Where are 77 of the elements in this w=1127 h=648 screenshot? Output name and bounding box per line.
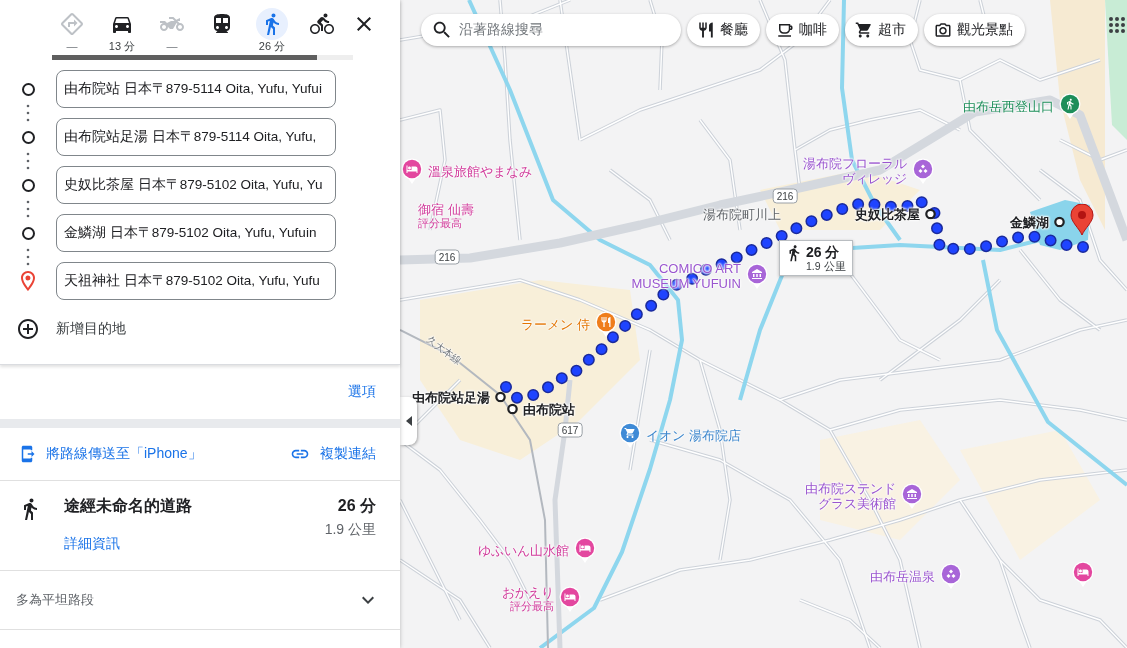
dotted-connector-icon xyxy=(26,104,30,122)
travel-mode-button[interactable]: 13 分 xyxy=(97,8,147,52)
options-link[interactable]: 選項 xyxy=(348,383,376,401)
cup-icon xyxy=(776,21,794,39)
circle-marker-icon xyxy=(925,208,936,220)
road-shield: 216 xyxy=(434,249,460,265)
stop-label: 金鱗湖 xyxy=(1010,214,1049,230)
landmark-pin-icon[interactable] xyxy=(901,483,923,509)
fork-knife-icon xyxy=(697,21,715,39)
circle-icon xyxy=(21,130,35,144)
cart-pin-icon[interactable] xyxy=(619,422,641,448)
category-chip[interactable]: 觀光景點 xyxy=(924,14,1025,46)
search-icon xyxy=(431,19,453,41)
dotted-connector-icon xyxy=(26,200,30,218)
camera-icon xyxy=(934,21,952,39)
add-destination-button[interactable]: 新增目的地 xyxy=(0,310,130,348)
send-to-phone-link[interactable]: 將路線傳送至「iPhone」 xyxy=(18,445,202,463)
address-field[interactable]: 史奴比茶屋 日本〒879-5102 Oita, Yufu, Yu xyxy=(56,166,336,204)
rating-note: 評分最高 xyxy=(510,600,554,613)
callout-distance: 1.9 公里 xyxy=(806,260,846,272)
route-distance: 1.9 公里 xyxy=(324,521,376,539)
road-shield: 617 xyxy=(557,422,583,438)
route-duration: 26 分 xyxy=(337,497,376,515)
place-label: 由布院ステンド グラス美術館 xyxy=(805,481,896,511)
hiker-pin-icon[interactable] xyxy=(1059,93,1081,119)
fork-knife-pin-icon[interactable] xyxy=(595,311,617,337)
address-field[interactable]: 由布院站足湯 日本〒879-5114 Oita, Yufu, xyxy=(56,118,336,156)
circle-icon xyxy=(21,82,35,96)
place-label: 溫泉旅館やまなみ xyxy=(428,163,532,179)
circle-marker-icon xyxy=(1054,216,1065,228)
place-label: ゆふいん山水館 xyxy=(478,542,569,558)
address-field[interactable]: 金鱗湖 日本〒879-5102 Oita, Yufu, Yufuin xyxy=(56,214,336,252)
dotted-connector-icon xyxy=(26,152,30,170)
rating-note: 評分最高 xyxy=(418,217,463,230)
circle-icon xyxy=(21,226,35,240)
landmark-pin-icon[interactable] xyxy=(746,263,768,289)
copy-link-button[interactable]: 複製連結 xyxy=(290,444,376,464)
shapes-pin-icon[interactable] xyxy=(912,158,934,184)
cart-icon xyxy=(855,21,873,39)
stop-label: 由布院站 xyxy=(523,401,575,417)
category-chip[interactable]: 咖啡 xyxy=(766,14,839,46)
bed-pin-icon[interactable] xyxy=(559,586,581,612)
address-field[interactable]: 由布院站 日本〒879-5114 Oita, Yufu, Yufui xyxy=(56,70,336,108)
map-pin-icon xyxy=(1070,204,1094,236)
dotted-connector-icon xyxy=(26,248,30,266)
place-label: 湯布院フローラル ヴィレッジ xyxy=(803,156,907,186)
caret-left-icon xyxy=(405,416,412,426)
shapes-pin-icon[interactable] xyxy=(940,563,962,589)
place-label: ラーメン 侍 xyxy=(521,316,590,332)
map-pin-icon xyxy=(20,271,36,291)
place-label: イオン 湯布院店 xyxy=(646,427,741,443)
callout-duration: 26 分 xyxy=(806,244,841,260)
route-title: 途經未命名的道路 xyxy=(64,497,192,515)
stop-label: 史奴比茶屋 xyxy=(855,206,920,222)
place-label: おかえり xyxy=(502,585,554,600)
circle-marker-icon xyxy=(495,391,506,403)
road-shield: 216 xyxy=(772,188,798,204)
bed-pin-icon[interactable] xyxy=(401,158,423,184)
place-label: 由布岳温泉 xyxy=(870,568,935,584)
address-field[interactable]: 天祖神社 日本〒879-5102 Oita, Yufu, Yufu xyxy=(56,262,336,300)
bed-pin-icon[interactable] xyxy=(574,537,596,563)
area-label: 湯布院町川上 xyxy=(703,206,781,222)
apps-grid-icon[interactable] xyxy=(1109,17,1125,33)
category-chip[interactable]: 超市 xyxy=(845,14,918,46)
place-label: 由布岳西登山口 xyxy=(963,98,1054,114)
details-link[interactable]: 詳細資訊 xyxy=(64,535,120,553)
bed-pin-icon[interactable] xyxy=(1072,561,1094,587)
search-field[interactable]: 沿著路線搜尋 xyxy=(421,14,681,46)
travel-mode-button[interactable]: 26 分 xyxy=(247,8,297,52)
turn-sign-icon xyxy=(60,12,84,36)
circle-icon xyxy=(21,178,35,192)
railway-label: 久大本線 xyxy=(423,333,465,368)
circle-marker-icon xyxy=(507,403,518,415)
bicycle-icon xyxy=(310,12,334,36)
category-chip[interactable]: 餐廳 xyxy=(687,14,760,46)
place-label: 御宿 仙壽 xyxy=(418,202,474,217)
walking-person-icon xyxy=(256,8,288,40)
